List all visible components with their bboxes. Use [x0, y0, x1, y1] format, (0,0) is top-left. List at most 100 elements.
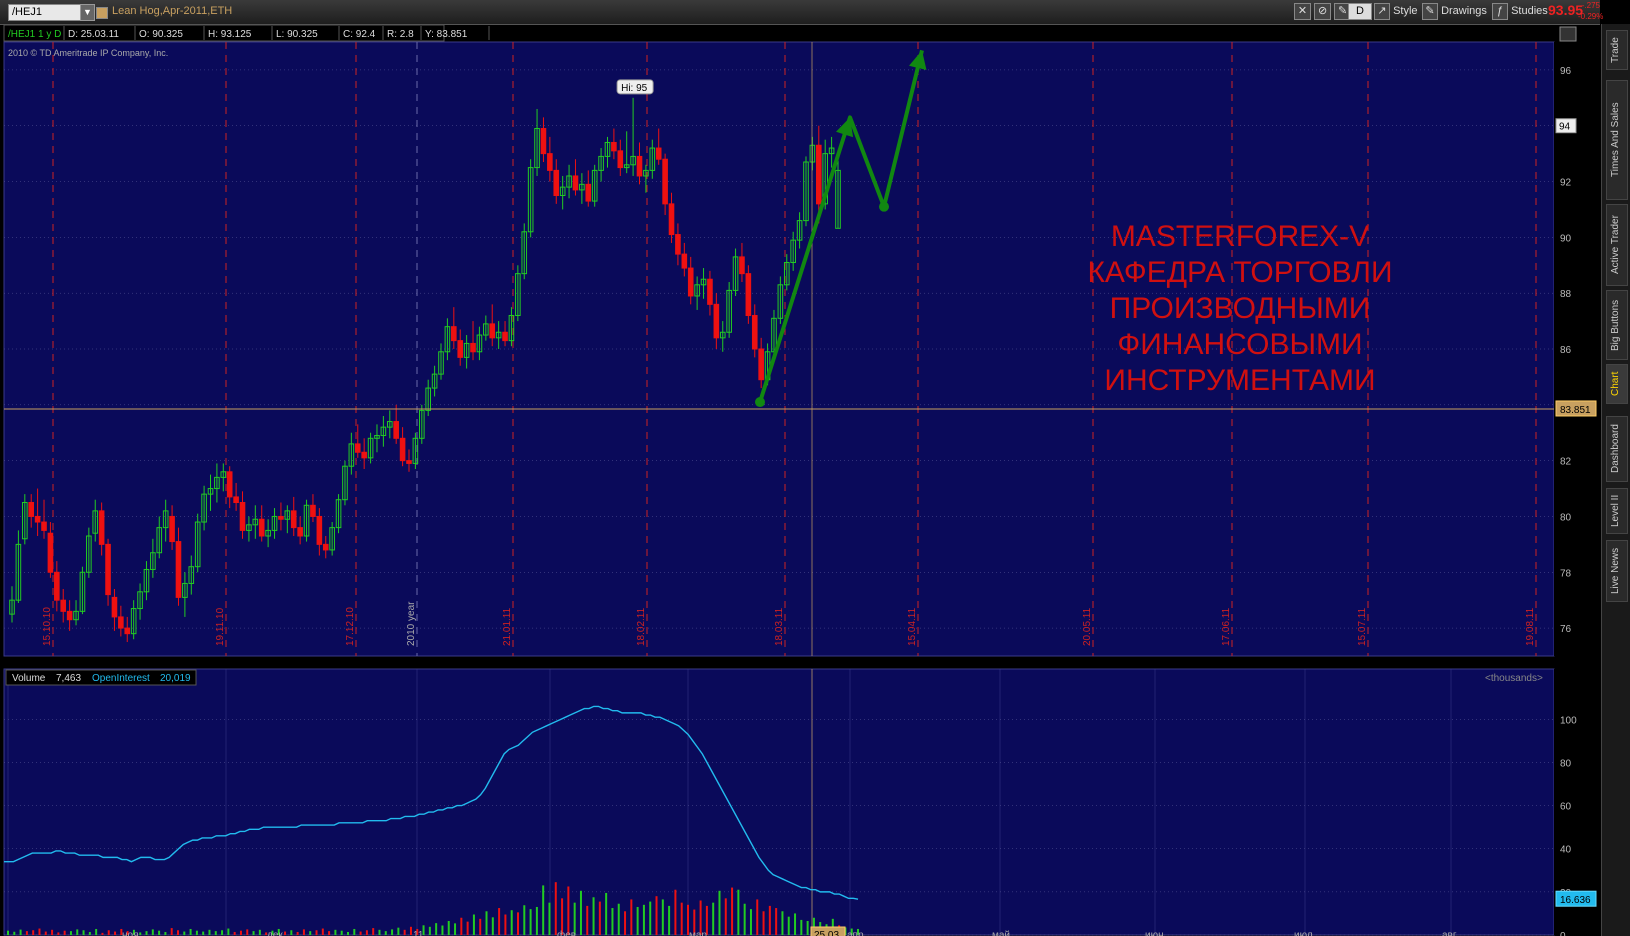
- change-pct-value: -0.29%: [1578, 12, 1604, 21]
- candle-body-15: [105, 543, 111, 596]
- candle-body-77: [502, 331, 508, 342]
- candle-body-4: [34, 515, 41, 523]
- month-label-1: дек: [267, 930, 283, 936]
- y-tick-86: 86: [1560, 345, 1572, 356]
- sidebar-tab-chart[interactable]: Chart: [1606, 364, 1628, 404]
- price-badge: 94: [1559, 122, 1571, 133]
- right-sidebar: Trade Times And Sales Active Trader Big …: [1601, 24, 1630, 936]
- candle-body-69: [451, 326, 457, 342]
- candle-body-35: [233, 496, 239, 504]
- expiry-label-4: 21.01.11: [502, 607, 513, 646]
- sidebar-tab-dashboard[interactable]: Dashboard: [1606, 416, 1628, 482]
- aggregation-label: D: [1348, 3, 1372, 20]
- y-tick-90: 90: [1560, 233, 1572, 244]
- candle-body-126: [815, 144, 822, 205]
- candle-body-60: [393, 421, 399, 439]
- link-icon[interactable]: [96, 7, 108, 19]
- oi-badge: 16.636: [1560, 895, 1591, 906]
- info-field-0: /HEJ1 1 y D: [8, 29, 61, 40]
- candle-body-116: [751, 315, 758, 350]
- month-label-3: фев: [557, 929, 576, 936]
- volume-label: Volume: [12, 673, 46, 684]
- candle-body-83: [540, 128, 547, 155]
- candle-body-9: [66, 610, 73, 621]
- expiry-label-6: 18.03.11: [774, 607, 785, 646]
- candle-body-103: [668, 203, 675, 236]
- studies-button[interactable]: ƒ Studies: [1492, 3, 1548, 20]
- candle-body-72: [470, 342, 476, 353]
- expiry-label-9: 17.06.11: [1221, 607, 1232, 646]
- panel-settings-icon: [1559, 26, 1577, 42]
- candle-body-105: [681, 253, 688, 269]
- candle-body-7: [54, 571, 60, 601]
- symbol-input[interactable]: /HEJ1: [8, 4, 83, 21]
- info-field-3: H: 93.125: [208, 29, 252, 40]
- chart-canvas[interactable]: /HEJ1 1 y D D: 25.03.11 O: 90.325 H: 93.125…: [0, 24, 1600, 936]
- change-abs-value: -.275: [1581, 1, 1600, 10]
- info-field-4: L: 90.325: [276, 29, 318, 40]
- month-label-2: 11: [413, 930, 424, 936]
- candle-body-47: [310, 504, 316, 517]
- sidebar-tab-active-trader[interactable]: Active Trader: [1606, 204, 1628, 286]
- info-field-5: C: 92.4: [343, 29, 376, 40]
- vol-tick-40: 40: [1560, 845, 1572, 856]
- candle-body-6: [47, 532, 54, 573]
- info-field-7: Y: 83.851: [425, 29, 468, 40]
- sidebar-tab-level-ii[interactable]: Level II: [1606, 488, 1628, 534]
- candle-body-39: [258, 518, 265, 537]
- info-field-6: R: 2.8: [387, 29, 414, 40]
- candle-body-45: [297, 527, 303, 537]
- month-label-8: июн: [1145, 930, 1164, 936]
- vol-tick-100: 100: [1560, 715, 1577, 726]
- sidebar-tab-live-news[interactable]: Live News: [1606, 540, 1628, 602]
- candle-body-102: [662, 158, 668, 205]
- forecast-pivot-dot: [879, 201, 889, 212]
- forecast-start-dot: [755, 397, 765, 408]
- candle-body-62: [406, 460, 412, 464]
- candle-body-16: [111, 596, 118, 618]
- expiry-label-10: 15.07.11: [1357, 607, 1368, 646]
- candle-body-25: [169, 515, 175, 543]
- sidebar-tab-trade[interactable]: Trade: [1606, 30, 1628, 70]
- drawings-icon: ✎: [1422, 3, 1438, 20]
- candle-body-114: [739, 256, 745, 275]
- toolbar-icons: ✕ ⊘ ✎: [1294, 3, 1352, 20]
- candle-body-17: [118, 616, 124, 629]
- zoom-icon[interactable]: ⊘: [1314, 3, 1332, 20]
- aggregation-button[interactable]: D: [1348, 3, 1372, 20]
- instrument-title: Lean Hog,Apr-2011,ETH: [112, 5, 233, 17]
- y-tick-82: 82: [1560, 457, 1572, 468]
- vol-tick-60: 60: [1560, 802, 1572, 813]
- copyright-text: 2010 © TD Ameritrade IP Company, Inc.: [8, 48, 168, 58]
- vol-tick-80: 80: [1560, 758, 1572, 769]
- candle-body-109: [707, 278, 713, 305]
- candle-body-61: [399, 437, 406, 462]
- info-field-1: D: 25.03.11: [68, 29, 119, 40]
- style-icon: ↗: [1374, 3, 1390, 20]
- expiry-label-5: 18.02.11: [636, 607, 647, 646]
- style-label: Style: [1393, 5, 1418, 17]
- crosshair-icon[interactable]: ✕: [1294, 3, 1311, 20]
- month-label-9: июл: [1294, 930, 1313, 936]
- symbol-dropdown-button[interactable]: ▼: [80, 4, 95, 21]
- candle-body-55: [361, 451, 367, 459]
- y-tick-92: 92: [1560, 178, 1572, 189]
- expiry-label-0: 15.10.10: [42, 607, 53, 646]
- y-tick-78: 78: [1560, 568, 1572, 579]
- sidebar-tab-big-buttons[interactable]: Big Buttons: [1606, 290, 1628, 360]
- sidebar-tab-times-and-sales[interactable]: Times And Sales: [1606, 80, 1628, 200]
- date-badge: 25.03: [814, 930, 839, 936]
- expiry-label-3: 2010 year: [406, 601, 417, 646]
- candle-body-75: [489, 323, 496, 339]
- volume-panel: [3, 668, 1555, 936]
- annotation-line-1: MASTERFOREX-V: [1110, 220, 1370, 253]
- candle-body-18: [124, 627, 131, 635]
- candle-body-48: [316, 515, 323, 545]
- style-button[interactable]: ↗ Style: [1374, 3, 1418, 20]
- price-change-block: -.275 -0.29%: [1578, 0, 1604, 22]
- studies-label: Studies: [1511, 5, 1548, 17]
- month-label-4: мар: [689, 930, 707, 936]
- annotation-line-5: ИНСТРУМЕНТАМИ: [1104, 364, 1376, 397]
- drawings-button[interactable]: ✎ Drawings: [1422, 3, 1487, 20]
- candle-body-95: [617, 150, 624, 169]
